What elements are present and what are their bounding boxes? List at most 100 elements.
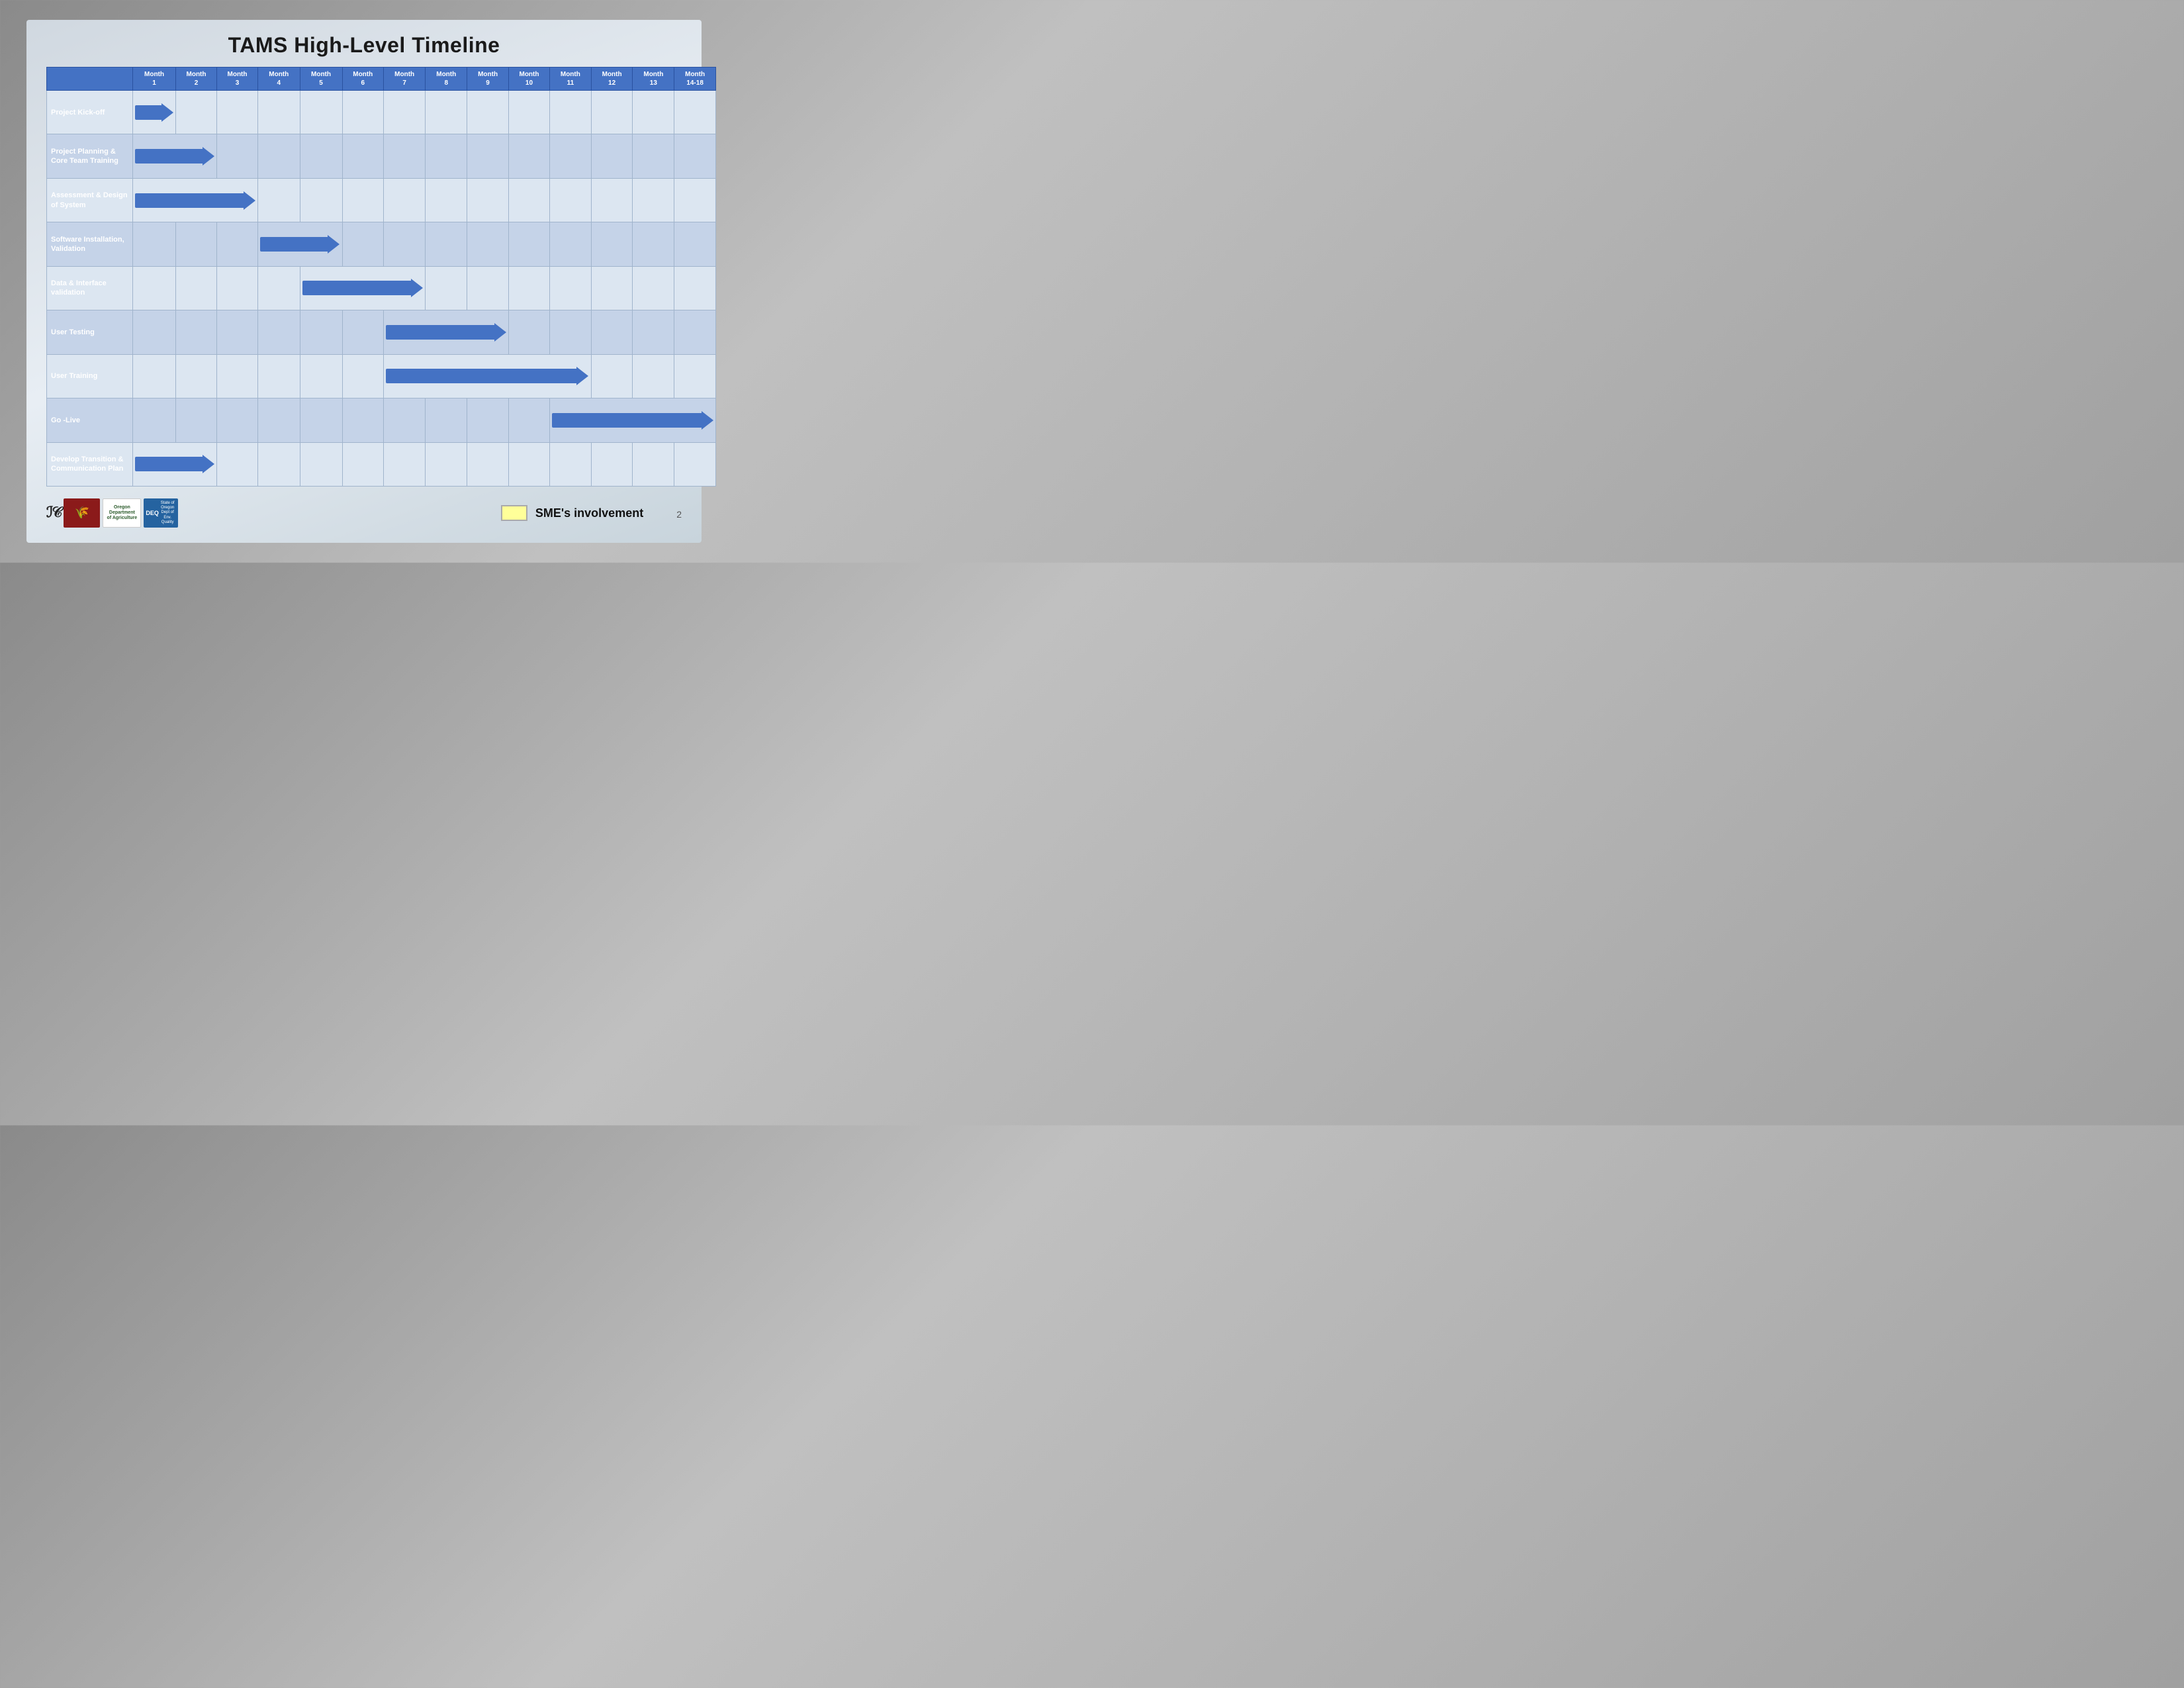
arrow-head-4 bbox=[411, 279, 423, 297]
month-header-1: Month1 bbox=[133, 68, 176, 91]
row-label-1: Project Planning & Core Team Training bbox=[47, 134, 133, 178]
month-header-3: Month3 bbox=[217, 68, 258, 91]
cell-2-6 bbox=[383, 178, 425, 222]
arrow-4 bbox=[302, 269, 424, 307]
cell-2-10 bbox=[549, 178, 591, 222]
cell-4-11 bbox=[591, 266, 633, 310]
legend-area: SME's involvement 2 bbox=[501, 505, 682, 521]
cell-8-5 bbox=[342, 442, 383, 487]
cell-8-4 bbox=[300, 442, 342, 487]
cell-5-12 bbox=[633, 310, 674, 354]
cell-6-2 bbox=[217, 354, 258, 398]
cell-3-12 bbox=[633, 222, 674, 266]
cell-7-9 bbox=[508, 399, 549, 442]
cell-5-11 bbox=[591, 310, 633, 354]
legend-color-box bbox=[501, 505, 527, 521]
month-header-10: Month10 bbox=[508, 68, 549, 91]
arrow-5 bbox=[386, 313, 506, 351]
arrow-head-2 bbox=[244, 191, 255, 210]
cell-2-3 bbox=[258, 178, 300, 222]
cell-4-1 bbox=[176, 266, 217, 310]
cell-8-13 bbox=[674, 442, 716, 487]
cell-3-8 bbox=[467, 222, 509, 266]
cell-4-7 bbox=[426, 266, 467, 310]
arrow-head-7 bbox=[702, 411, 713, 430]
cell-1-6 bbox=[383, 134, 425, 178]
cell-3-1 bbox=[176, 222, 217, 266]
cell-7-5 bbox=[342, 399, 383, 442]
cell-8-12 bbox=[633, 442, 674, 487]
row-label-8: Develop Transition & Communication Plan bbox=[47, 442, 133, 487]
arrow-cell-4 bbox=[300, 266, 426, 310]
month-header-7: Month7 bbox=[383, 68, 425, 91]
cell-2-13 bbox=[674, 178, 716, 222]
cell-3-13 bbox=[674, 222, 716, 266]
cell-7-7 bbox=[426, 399, 467, 442]
cell-8-11 bbox=[591, 442, 633, 487]
cell-2-5 bbox=[342, 178, 383, 222]
cell-0-4 bbox=[300, 91, 342, 134]
arrow-body-1 bbox=[135, 149, 203, 164]
cell-5-1 bbox=[176, 310, 217, 354]
arrow-shape-8 bbox=[135, 455, 214, 473]
cell-5-9 bbox=[508, 310, 549, 354]
arrow-head-0 bbox=[161, 103, 173, 122]
table-row: Assessment & Design of System bbox=[47, 178, 716, 222]
cell-0-7 bbox=[426, 91, 467, 134]
cell-1-2 bbox=[217, 134, 258, 178]
arrow-cell-2 bbox=[133, 178, 258, 222]
month-header-13: Month13 bbox=[633, 68, 674, 91]
arrow-head-3 bbox=[328, 235, 340, 254]
arrow-shape-0 bbox=[135, 103, 173, 122]
cell-6-5 bbox=[342, 354, 383, 398]
cell-0-13 bbox=[674, 91, 716, 134]
cell-7-3 bbox=[258, 399, 300, 442]
cell-3-2 bbox=[217, 222, 258, 266]
cell-7-4 bbox=[300, 399, 342, 442]
cell-1-7 bbox=[426, 134, 467, 178]
row-label-5: User Testing bbox=[47, 310, 133, 354]
arrow-3 bbox=[260, 225, 340, 263]
month-header-14: Month14-18 bbox=[674, 68, 716, 91]
slide-footer: ℐ𝒞 🌾 OregonDepartmentof Agriculture DEQS… bbox=[46, 493, 682, 533]
cell-0-8 bbox=[467, 91, 509, 134]
table-row: Project Planning & Core Team Training bbox=[47, 134, 716, 178]
arrow-6 bbox=[386, 357, 589, 395]
cell-6-1 bbox=[176, 354, 217, 398]
arrow-8 bbox=[135, 445, 214, 484]
cell-3-6 bbox=[383, 222, 425, 266]
slide: TAMS High-Level Timeline Month1Month2Mon… bbox=[26, 20, 702, 543]
gantt-table: Month1Month2Month3Month4Month5Month6Mont… bbox=[46, 67, 716, 487]
arrow-cell-1 bbox=[133, 134, 217, 178]
arrow-2 bbox=[135, 181, 255, 219]
table-row: Data & Interface validation bbox=[47, 266, 716, 310]
page-number: 2 bbox=[676, 509, 682, 520]
cell-8-6 bbox=[383, 442, 425, 487]
cell-3-7 bbox=[426, 222, 467, 266]
arrow-cell-3 bbox=[258, 222, 343, 266]
arrow-cell-8 bbox=[133, 442, 217, 487]
table-row: Develop Transition & Communication Plan bbox=[47, 442, 716, 487]
cell-8-3 bbox=[258, 442, 300, 487]
cell-0-2 bbox=[217, 91, 258, 134]
table-row: Project Kick-off bbox=[47, 91, 716, 134]
cell-3-9 bbox=[508, 222, 549, 266]
cell-5-4 bbox=[300, 310, 342, 354]
slide-title: TAMS High-Level Timeline bbox=[46, 33, 682, 58]
cell-6-4 bbox=[300, 354, 342, 398]
cell-5-5 bbox=[342, 310, 383, 354]
row-label-6: User Training bbox=[47, 354, 133, 398]
cell-0-12 bbox=[633, 91, 674, 134]
arrow-shape-2 bbox=[135, 191, 255, 210]
cell-4-3 bbox=[258, 266, 300, 310]
arrow-body-0 bbox=[135, 105, 161, 120]
cell-4-12 bbox=[633, 266, 674, 310]
cell-6-11 bbox=[591, 354, 633, 398]
cell-2-12 bbox=[633, 178, 674, 222]
arrow-head-1 bbox=[203, 147, 214, 165]
row-label-2: Assessment & Design of System bbox=[47, 178, 133, 222]
month-header-2: Month2 bbox=[176, 68, 217, 91]
legend-label: SME's involvement bbox=[535, 506, 643, 520]
cell-3-0 bbox=[133, 222, 176, 266]
month-header-9: Month9 bbox=[467, 68, 509, 91]
